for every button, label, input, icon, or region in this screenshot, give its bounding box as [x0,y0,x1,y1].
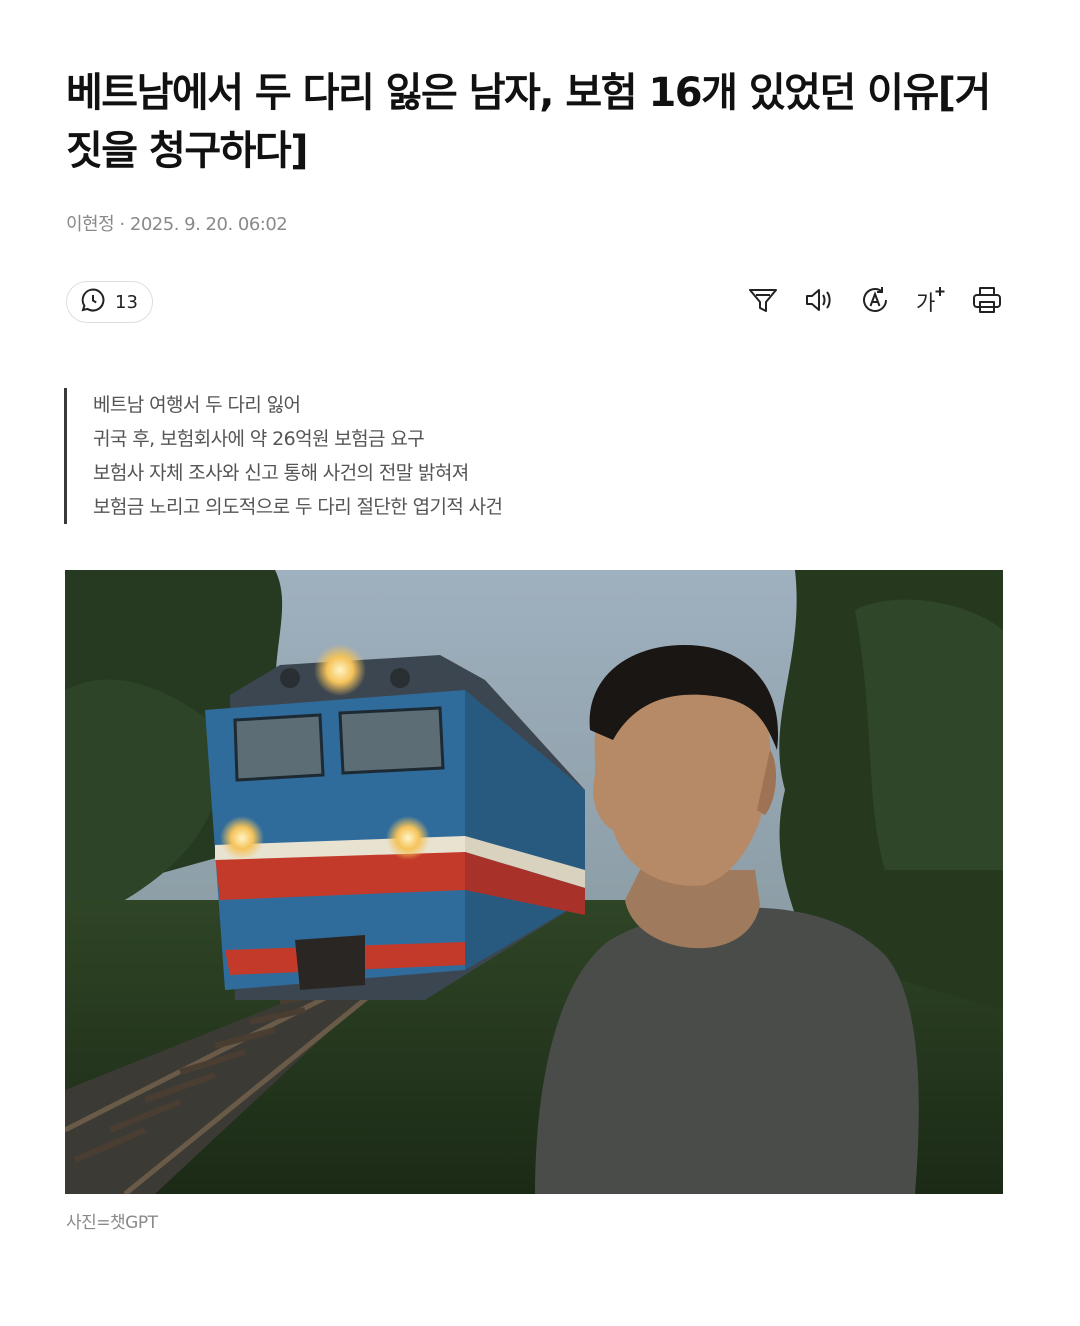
print-icon [970,283,1004,321]
summary-line: 베트남 여행서 두 다리 잃어 [93,394,301,416]
photo-caption: 사진=챗GPT [66,1213,158,1233]
comment-icon [79,286,107,318]
comment-button[interactable]: 13 [66,281,153,323]
byline-separator: · [119,214,125,235]
article-headline: 베트남에서 두 다리 잃은 남자, 보험 16개 있었던 이유[거짓을 청구하다… [66,70,991,174]
comment-count: 13 [115,291,138,313]
summary-line: 보험금 노리고 의도적으로 두 다리 절단한 엽기적 사건 [93,496,503,518]
author-name: 이현정 [66,214,115,235]
summary-funnel-button[interactable] [744,283,782,321]
summary-funnel-icon [746,283,780,321]
summary-line: 보험사 자체 조사와 신고 통해 사건의 전말 밝혀져 [93,462,469,484]
font-size-button[interactable]: 가 [912,283,950,321]
summary-line: 귀국 후, 보험회사에 약 26억원 보험금 요구 [93,428,425,450]
print-button[interactable] [968,283,1006,321]
publish-datetime: 2025. 9. 20. 06:02 [129,214,288,235]
font-size-icon: 가 [914,283,948,321]
speaker-icon [802,283,836,321]
font-size-label: 가 [916,291,935,315]
translate-button[interactable] [856,283,894,321]
article-toolbar: 13 가 [66,280,1006,326]
article-photo [65,570,1003,1194]
article-summary: 베트남 여행서 두 다리 잃어 귀국 후, 보험회사에 약 26억원 보험금 요… [64,388,503,524]
translate-icon [858,283,892,321]
byline: 이현정 · 2025. 9. 20. 06:02 [66,210,288,236]
article-tools: 가 [744,283,1006,321]
listen-button[interactable] [800,283,838,321]
